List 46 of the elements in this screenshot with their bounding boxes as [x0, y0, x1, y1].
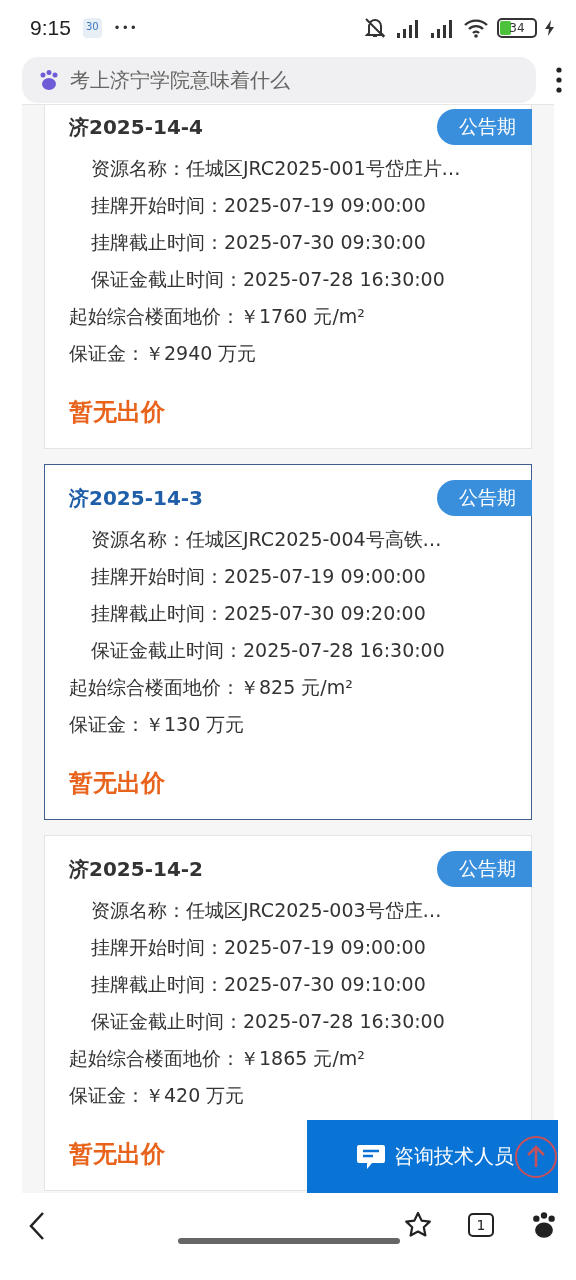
price-text: 保证金：￥420 万元	[69, 1083, 246, 1108]
status-tag: 公告期	[437, 109, 532, 145]
calendar-badge: 30	[82, 18, 102, 38]
detail-text: 资源名称：任城区JRC2025-003号岱庄…	[90, 898, 443, 923]
clock: 9:15	[30, 16, 71, 40]
detail-text: 挂牌截止时间：2025-07-30 09:10:00	[90, 972, 427, 997]
price-text: 起始综合楼面地价：￥1865 元/m²	[69, 1046, 366, 1071]
bid-status: 暂无出价	[69, 1140, 165, 1168]
menu-icon[interactable]	[556, 67, 562, 93]
wifi-icon	[463, 18, 489, 38]
detail-text: 挂牌开始时间：2025-07-19 09:00:00	[90, 193, 427, 218]
bid-status: 暂无出价	[69, 398, 165, 426]
paw-icon[interactable]	[530, 1211, 558, 1239]
price-text: 保证金：￥2940 万元	[69, 341, 258, 366]
listing-code: 济2025-14-2	[69, 855, 203, 883]
signal-icon	[395, 17, 421, 39]
detail-text: 挂牌截止时间：2025-07-30 09:30:00	[90, 230, 427, 255]
listing-card[interactable]: 济2025-14-3 公告期 资源名称：任城区JRC2025-004号高铁… 挂牌开始时间：2025-07-19 09:00:00 挂牌截止时间：2025-07-30 09:20:00 保证金截止时间：2025-07-28 16:30:00 起始综合楼面地价：￥825 元/m² 保证金：￥130 万元 暂无出价	[44, 464, 532, 820]
listing-code: 济2025-14-3	[69, 484, 203, 512]
tab-count-button[interactable]: 1	[468, 1213, 494, 1237]
detail-text: 资源名称：任城区JRC2025-001号岱庄片…	[90, 156, 462, 181]
price-text: 起始综合楼面地价：￥825 元/m²	[69, 675, 354, 700]
detail-text: 资源名称：任城区JRC2025-004号高铁…	[90, 527, 443, 552]
star-icon[interactable]	[404, 1211, 432, 1238]
more-notifications: •••	[113, 21, 138, 35]
detail-text: 保证金截止时间：2025-07-28 16:30:00	[90, 1009, 446, 1034]
detail-text: 保证金截止时间：2025-07-28 16:30:00	[90, 638, 446, 663]
listing-card[interactable]: 济2025-14-4 公告期 资源名称：任城区JRC2025-001号岱庄片… 挂牌开始时间：2025-07-19 09:00:00 挂牌截止时间：2025-07-30 09:30:00 保证金截止时间：2025-07-28 16:30:00 起始综合楼面地价：￥1760 元/m² 保证金：￥2940 万元 暂无出价	[44, 105, 532, 449]
chat-icon	[356, 1142, 386, 1171]
detail-text: 挂牌开始时间：2025-07-19 09:00:00	[90, 564, 427, 589]
price-text: 保证金：￥130 万元	[69, 712, 246, 737]
detail-text: 挂牌开始时间：2025-07-19 09:00:00	[90, 935, 427, 960]
charging-icon	[545, 20, 554, 36]
back-icon[interactable]	[28, 1211, 46, 1241]
status-tag: 公告期	[437, 851, 532, 887]
consult-button[interactable]: 咨询技术人员	[307, 1120, 558, 1193]
detail-text: 保证金截止时间：2025-07-28 16:30:00	[90, 267, 446, 292]
paw-icon	[38, 69, 60, 91]
bid-status: 暂无出价	[69, 769, 165, 797]
listing-code: 济2025-14-4	[69, 113, 203, 141]
search-field[interactable]: 考上济宁学院意味着什么	[22, 57, 536, 103]
status-tag: 公告期	[437, 480, 532, 516]
detail-text: 挂牌截止时间：2025-07-30 09:20:00	[90, 601, 427, 626]
signal-icon	[429, 17, 455, 39]
price-text: 起始综合楼面地价：￥1760 元/m²	[69, 304, 366, 329]
mute-icon	[363, 17, 387, 39]
